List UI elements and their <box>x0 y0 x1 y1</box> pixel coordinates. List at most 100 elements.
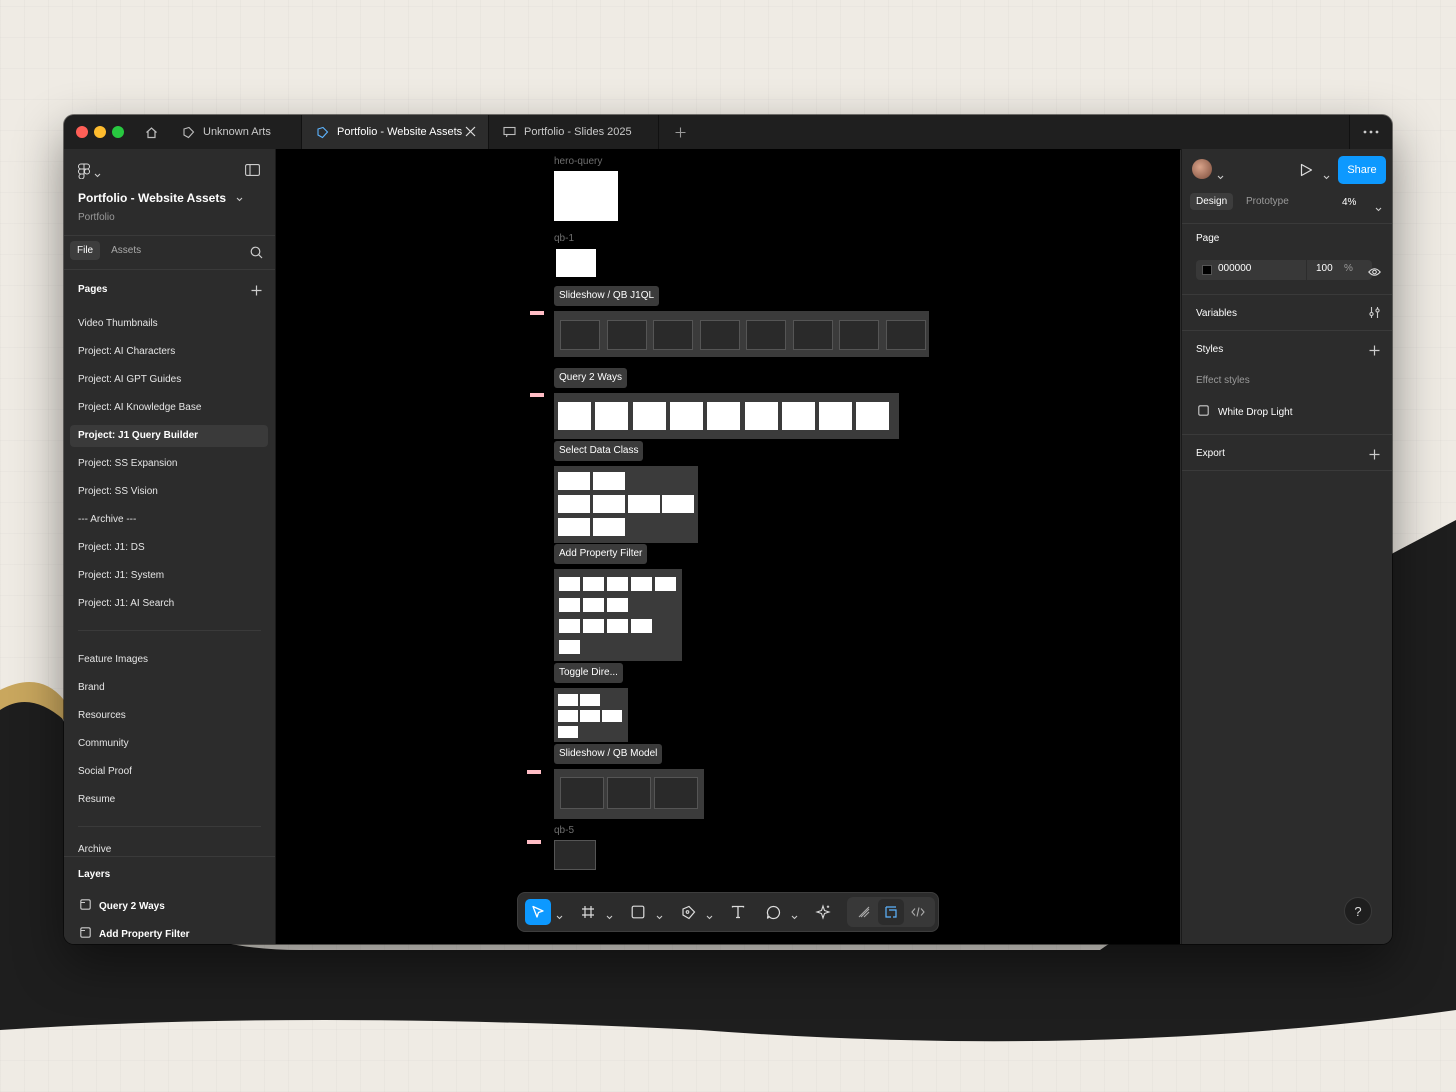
frame-thumbnail[interactable] <box>607 598 628 612</box>
frame-thumbnail[interactable] <box>607 619 628 633</box>
frame-thumbnail[interactable] <box>558 518 590 536</box>
frame-thumbnail[interactable] <box>595 402 629 430</box>
visibility-eye-icon[interactable] <box>1368 264 1381 282</box>
page-item[interactable]: Video Thumbnails <box>70 313 268 335</box>
file-name[interactable]: Portfolio - Website Assets <box>78 191 243 205</box>
ai-sparkle-tool-icon[interactable] <box>810 899 836 925</box>
frame-thumbnail[interactable] <box>607 577 628 591</box>
section-label[interactable]: Slideshow / QB Model <box>554 744 663 764</box>
section-toggle-direction[interactable] <box>554 688 628 742</box>
toggle-sidebar-icon[interactable] <box>245 163 260 181</box>
project-name[interactable]: Portfolio <box>78 212 115 223</box>
dev-mode-icon[interactable] <box>905 899 931 925</box>
frame-thumbnail[interactable] <box>631 619 652 633</box>
design-mode-icon[interactable] <box>878 899 904 925</box>
frame-thumbnail[interactable] <box>669 402 703 430</box>
close-tab-icon[interactable] <box>465 126 476 140</box>
frame-thumbnail[interactable] <box>558 726 578 738</box>
chevron-down-icon[interactable] <box>556 907 563 925</box>
page-item[interactable]: Project: SS Expansion <box>70 453 268 475</box>
frame-thumbnail[interactable] <box>593 518 625 536</box>
frame-thumbnail[interactable] <box>654 777 698 809</box>
add-export-plus-icon[interactable] <box>1369 447 1380 465</box>
minimize-window-button[interactable] <box>94 126 106 138</box>
frame-thumbnail[interactable] <box>583 598 604 612</box>
rectangle-tool-icon[interactable] <box>625 899 651 925</box>
close-window-button[interactable] <box>76 126 88 138</box>
section-label[interactable]: Add Property Filter <box>554 544 648 564</box>
tab-file[interactable]: File <box>70 241 101 260</box>
page-item[interactable]: Resources <box>70 705 268 727</box>
play-presentation-icon[interactable] <box>1300 163 1313 182</box>
page-item[interactable]: Community <box>70 733 268 755</box>
section-label[interactable]: Query 2 Ways <box>554 368 627 388</box>
draw-mode-icon[interactable] <box>851 899 877 925</box>
effect-style-item[interactable]: White Drop Light <box>1198 403 1292 421</box>
color-swatch[interactable] <box>1202 265 1212 275</box>
page-item[interactable]: Project: J1: System <box>70 565 268 587</box>
frame-thumbnail[interactable] <box>558 402 591 430</box>
frame-thumbnail[interactable] <box>856 402 890 430</box>
frame-thumbnail[interactable] <box>580 694 600 706</box>
frame-thumbnail[interactable] <box>746 320 786 350</box>
frame-thumbnail[interactable] <box>558 710 578 722</box>
comment-tool-icon[interactable] <box>760 899 786 925</box>
color-hex-value[interactable]: 000000 <box>1218 263 1251 274</box>
zoom-window-button[interactable] <box>112 126 124 138</box>
frame-thumbnail[interactable] <box>559 619 580 633</box>
frame-thumbnail[interactable] <box>792 320 833 350</box>
page-item[interactable]: --- Archive --- <box>70 509 268 531</box>
frame-thumbnail[interactable] <box>707 402 741 430</box>
page-item-archive[interactable]: Archive <box>70 843 268 856</box>
page-item[interactable]: Project: SS Vision <box>70 481 268 503</box>
frame-label[interactable]: qb-1 <box>554 233 574 244</box>
chevron-down-icon[interactable] <box>1323 167 1330 185</box>
frame-thumbnail[interactable] <box>583 577 604 591</box>
frame-thumbnail[interactable] <box>699 320 740 350</box>
frame-thumbnail[interactable] <box>554 840 596 870</box>
zoom-level[interactable]: 4% <box>1342 197 1356 208</box>
layer-item[interactable]: Query 2 Ways <box>80 897 165 915</box>
page-item[interactable]: Feature Images <box>70 649 268 671</box>
frame-thumbnail[interactable] <box>593 495 625 513</box>
tab-portfolio-website-assets[interactable]: Portfolio - Website Assets <box>302 115 489 149</box>
frame-thumbnail[interactable] <box>556 249 596 277</box>
frame-thumbnail[interactable] <box>607 777 651 809</box>
frame-thumbnail[interactable] <box>653 320 693 350</box>
frame-thumbnail[interactable] <box>560 320 600 350</box>
page-item[interactable]: Project: AI Knowledge Base <box>70 397 268 419</box>
frame-thumbnail[interactable] <box>554 171 618 221</box>
frame-thumbnail[interactable] <box>580 710 600 722</box>
frame-thumbnail[interactable] <box>559 640 580 654</box>
page-item[interactable]: Project: AI GPT Guides <box>70 369 268 391</box>
more-options-icon[interactable] <box>1349 115 1392 149</box>
frame-thumbnail[interactable] <box>558 495 590 513</box>
page-item[interactable]: Resume <box>70 789 268 811</box>
frame-thumbnail[interactable] <box>558 472 590 490</box>
user-avatar[interactable] <box>1192 159 1212 179</box>
home-icon[interactable] <box>136 115 166 149</box>
frame-thumbnail[interactable] <box>655 577 676 591</box>
section-query-2-ways[interactable] <box>554 393 899 439</box>
tab-prototype[interactable]: Prototype <box>1240 193 1295 210</box>
frame-thumbnail[interactable] <box>560 777 604 809</box>
frame-thumbnail[interactable] <box>606 320 647 350</box>
frame-thumbnail[interactable] <box>628 495 660 513</box>
page-item[interactable]: Project: AI Characters <box>70 341 268 363</box>
section-slideshow-model[interactable] <box>554 769 704 819</box>
main-menu-button[interactable] <box>78 163 101 184</box>
canvas[interactable]: hero-query qb-1 Slideshow / QB J1QL Quer… <box>276 149 1180 944</box>
page-item[interactable]: Project: J1: AI Search <box>70 593 268 615</box>
tab-assets[interactable]: Assets <box>104 241 148 260</box>
opacity-value[interactable]: 100 <box>1316 263 1333 274</box>
frame-thumbnail[interactable] <box>631 577 652 591</box>
frame-thumbnail[interactable] <box>602 710 622 722</box>
frame-thumbnail[interactable] <box>632 402 666 430</box>
section-label[interactable]: Select Data Class <box>554 441 644 461</box>
move-tool-icon[interactable] <box>525 899 551 925</box>
add-style-plus-icon[interactable] <box>1369 343 1380 361</box>
frame-thumbnail[interactable] <box>819 402 853 430</box>
frame-thumbnail[interactable] <box>583 619 604 633</box>
page-item[interactable]: Project: J1 Query Builder <box>70 425 268 447</box>
frame-thumbnail[interactable] <box>593 472 625 490</box>
